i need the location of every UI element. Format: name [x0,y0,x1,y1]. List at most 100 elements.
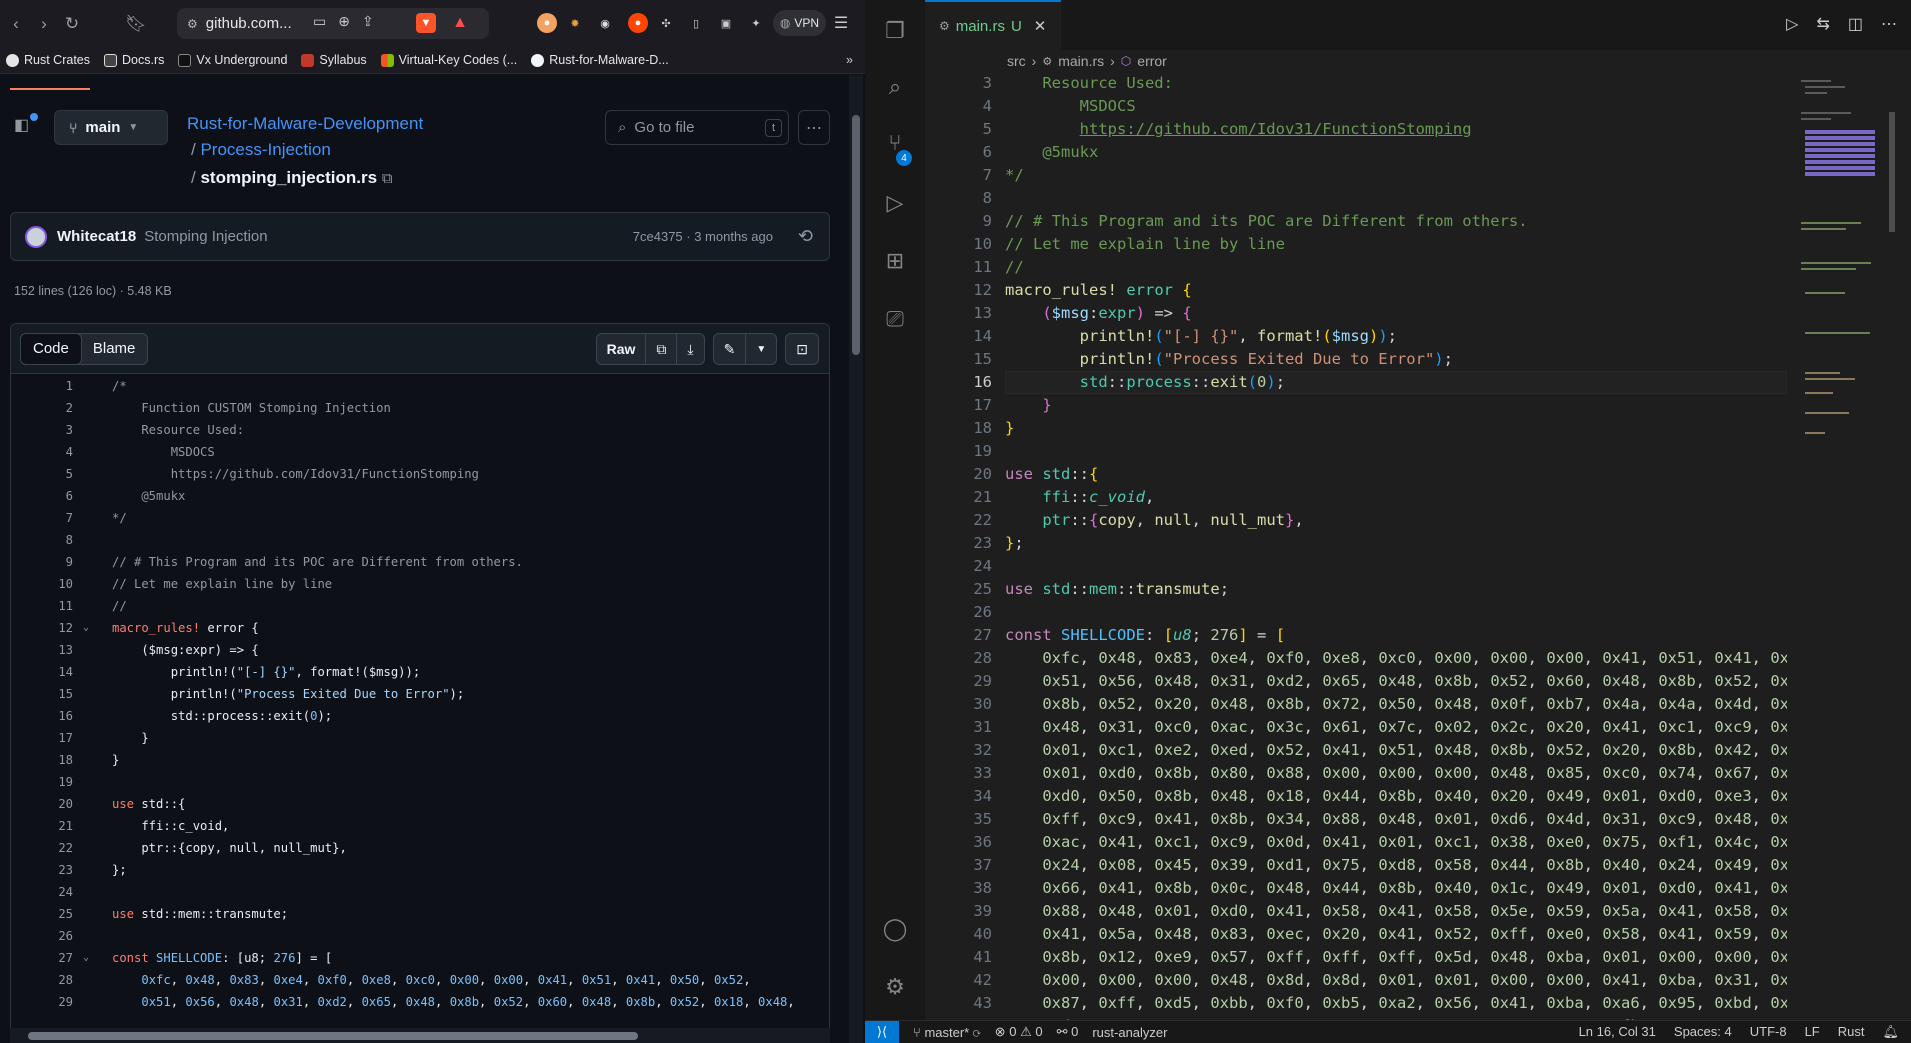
tab-code[interactable]: Code [20,333,82,365]
bookmark-rust-for-malware[interactable]: Rust-for-Malware-D... [531,53,669,67]
line-number[interactable]: 5 [11,463,73,485]
line-number[interactable]: 18 [925,417,992,440]
brave-shield-icon[interactable]: ▼ [416,13,436,33]
line-number[interactable]: 7 [925,164,992,187]
line-number[interactable]: 40 [925,923,992,946]
line-number[interactable]: 14 [11,661,73,683]
line-number[interactable]: 23 [925,532,992,555]
indentation[interactable]: Spaces: 4 [1674,1024,1732,1040]
bookmark-icon[interactable]: 🔖︎ [124,12,148,36]
scrollbar-thumb[interactable] [28,1032,638,1040]
bookmark-rust-crates[interactable]: Rust Crates [6,53,90,67]
line-number[interactable]: 20 [11,793,73,815]
compare-changes-icon[interactable]: ⇆ [1816,14,1829,34]
extensions-puzzle-icon[interactable]: ✣ [656,13,676,33]
go-to-file-input[interactable]: ⌕ Go to file t [605,110,789,145]
line-number[interactable]: 37 [925,854,992,877]
ports-status[interactable]: ⚯ 0 [1057,1024,1079,1040]
minimap[interactable] [1797,72,1897,1020]
problems-status[interactable]: ⊗ 0 ⚠ 0 [995,1024,1043,1040]
extensions-icon[interactable]: ⊞ [882,248,908,274]
line-number[interactable]: 20 [925,463,992,486]
account-icon[interactable]: ◯ [882,916,908,942]
line-number[interactable]: 2 [11,397,73,419]
edit-pencil-icon[interactable]: ✎ [712,333,747,365]
line-number[interactable]: 12 [11,617,73,639]
line-number[interactable]: 11 [11,595,73,617]
line-number[interactable]: 41 [925,946,992,969]
site-settings-icon[interactable]: ⚙ [187,17,198,31]
line-number[interactable]: 19 [925,440,992,463]
line-number[interactable]: 16 [11,705,73,727]
line-number[interactable]: 26 [11,925,73,947]
line-number[interactable]: 31 [925,716,992,739]
line-number[interactable]: 15 [11,683,73,705]
bookmark-virtual-key-codes[interactable]: Virtual-Key Codes (... [380,53,517,67]
symbols-panel-icon[interactable]: ⊡ [785,333,819,365]
commit-author[interactable]: Whitecat18 [57,228,136,245]
line-number[interactable]: 30 [925,693,992,716]
line-number[interactable]: 32 [925,739,992,762]
remote-explorer-icon[interactable]: ⎚ [882,306,908,332]
line-number[interactable]: 12 [925,279,992,302]
line-number[interactable]: 25 [11,903,73,925]
line-number[interactable]: 28 [11,969,73,991]
line-number[interactable]: 24 [925,555,992,578]
line-number[interactable]: 8 [11,529,73,551]
line-number[interactable]: 22 [11,837,73,859]
line-number[interactable]: 6 [925,141,992,164]
extension-icon-1[interactable]: ● [537,13,557,33]
line-number[interactable]: 21 [11,815,73,837]
search-icon[interactable]: ⌕ [882,74,908,100]
more-actions-icon[interactable]: ⋯ [1881,14,1897,34]
brave-rewards-icon[interactable]: ▲ [450,13,470,33]
line-number[interactable]: 38 [925,877,992,900]
cast-icon[interactable]: ▭ [313,13,326,30]
notifications-bell-icon[interactable]: 🔔︎ [1882,1024,1899,1040]
back-icon[interactable]: ‹ [4,12,28,36]
line-number[interactable]: 39 [925,900,992,923]
extension-icon-2[interactable]: ✸ [565,13,585,33]
cursor-position[interactable]: Ln 16, Col 31 [1579,1024,1656,1040]
fold-chevron-icon[interactable]: ⌄ [83,617,89,639]
run-icon[interactable]: ▷ [1786,14,1798,34]
wallet-icon[interactable]: ▣ [716,13,736,33]
line-number[interactable]: 28 [925,647,992,670]
reload-icon[interactable]: ↻ [60,12,84,36]
line-number[interactable]: 17 [11,727,73,749]
run-debug-icon[interactable]: ▷ [882,190,908,216]
line-number[interactable]: 3 [11,419,73,441]
split-editor-icon[interactable]: ◫ [1848,14,1863,34]
page-scrollbar[interactable] [849,75,863,1043]
line-number[interactable]: 6 [11,485,73,507]
edit-dropdown-icon[interactable]: ▼ [746,333,778,365]
forward-icon[interactable]: › [32,12,56,36]
breadcrumb-dir-link[interactable]: Process-Injection [200,140,330,159]
more-options-button[interactable]: ⋯ [798,110,830,145]
history-icon[interactable]: ⟲ [798,226,813,247]
share-icon[interactable]: ⇪ [362,13,374,30]
scrollbar-thumb[interactable] [852,115,860,355]
tab-main-rs[interactable]: ⚙ main.rs U ✕ [925,0,1061,50]
line-number[interactable]: 3 [925,72,992,95]
remote-indicator-icon[interactable]: ⟩⟨ [865,1020,899,1043]
zoom-icon[interactable]: ⊕ [338,13,350,30]
vpn-button[interactable]: ◍ VPN [773,10,826,36]
line-number[interactable]: 5 [925,118,992,141]
line-number[interactable]: 9 [11,551,73,573]
line-number[interactable]: 9 [925,210,992,233]
line-number[interactable]: 23 [11,859,73,881]
line-number[interactable]: 27 [925,624,992,647]
line-number[interactable]: 27 [11,947,73,969]
line-number[interactable]: 43 [925,992,992,1015]
line-number[interactable]: 33 [925,762,992,785]
breadcrumb-item[interactable]: error [1137,53,1167,69]
line-number[interactable]: 10 [925,233,992,256]
language-mode[interactable]: Rust [1838,1024,1865,1040]
line-number[interactable]: 29 [925,670,992,693]
line-number[interactable]: 4 [925,95,992,118]
line-number[interactable]: 19 [11,771,73,793]
tab-blame[interactable]: Blame [81,334,148,364]
line-number[interactable]: 34 [925,785,992,808]
bookmark-docs-rs[interactable]: Docs.rs [104,53,164,67]
